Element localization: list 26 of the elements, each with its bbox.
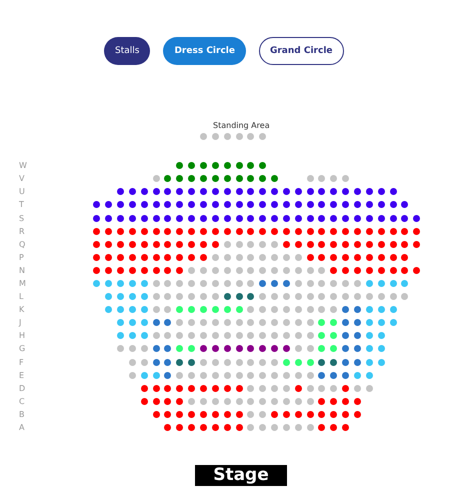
row-label: A — [19, 423, 24, 432]
standing-area-label: Standing Area — [213, 121, 270, 130]
row-label: D — [19, 384, 26, 393]
row-label: U — [19, 187, 25, 196]
row-label: L — [19, 292, 24, 302]
row-label: V — [19, 174, 24, 184]
stage-label: Stage — [195, 465, 287, 486]
row-label: H — [19, 331, 26, 340]
section-tab[interactable]: Stalls — [104, 37, 150, 65]
section-tab[interactable]: Grand Circle — [258, 37, 344, 65]
row-label: K — [19, 305, 24, 314]
row-label: M — [19, 278, 26, 288]
row-label: P — [19, 252, 24, 262]
section-tab[interactable]: Dress Circle — [163, 37, 246, 65]
row-label: J — [19, 318, 22, 328]
row-label: B — [19, 410, 24, 419]
row-label: S — [19, 214, 24, 223]
row-label: N — [19, 266, 25, 275]
row-label: T — [19, 200, 24, 210]
row-label: Q — [19, 240, 26, 249]
row-label: E — [19, 370, 24, 380]
row-label: R — [19, 226, 25, 236]
row-label: W — [19, 161, 27, 170]
row-label: C — [19, 396, 25, 406]
row-label: F — [19, 358, 24, 367]
row-label: G — [19, 344, 26, 354]
